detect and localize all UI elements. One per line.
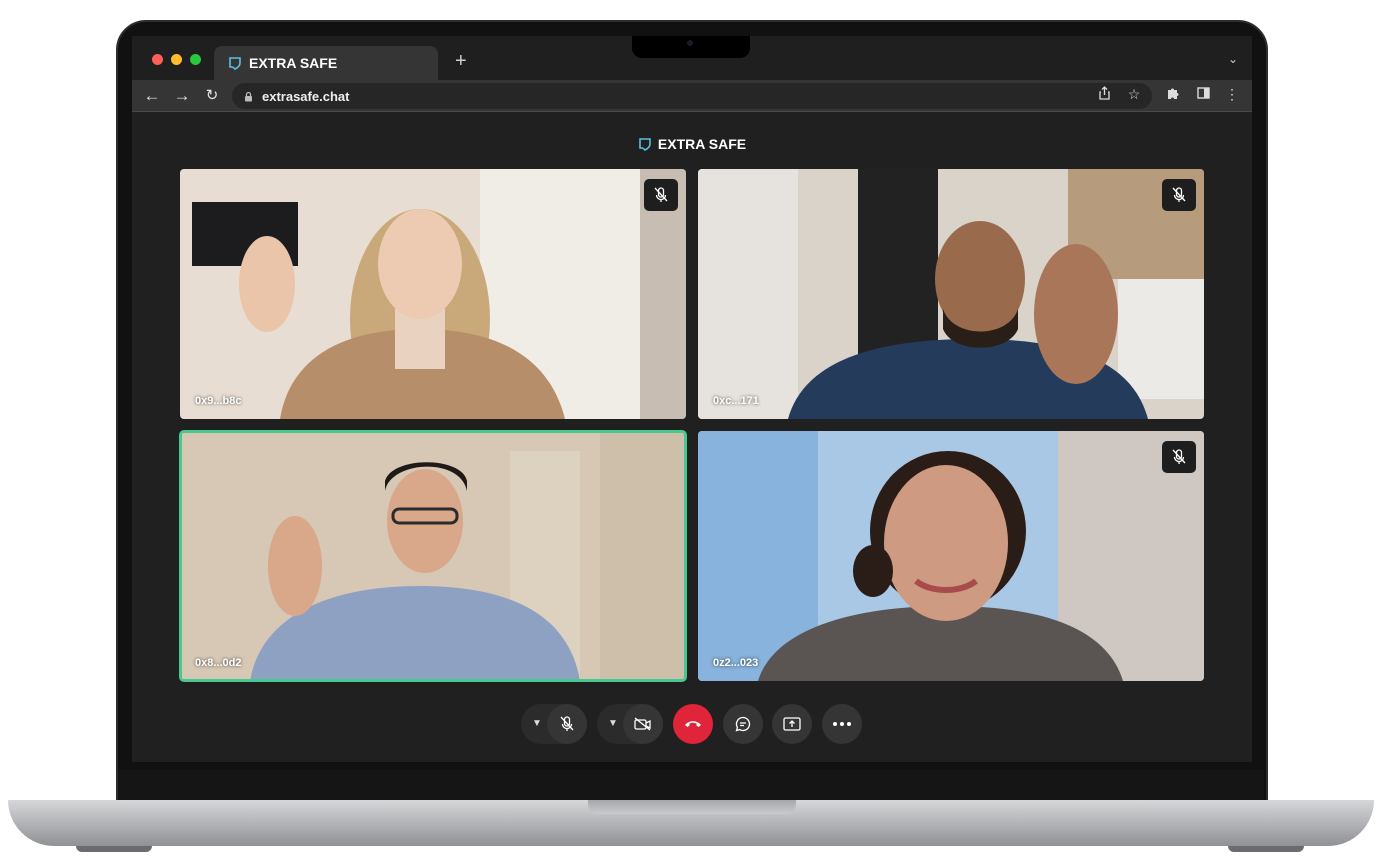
mic-off-icon: [560, 716, 574, 731]
mic-off-icon: [1172, 187, 1186, 202]
participant-name: 0xc...171: [713, 395, 759, 407]
extra-safe-logo-icon: [229, 57, 241, 70]
participant-tile[interactable]: 0x9...b8c: [180, 169, 686, 419]
side-panel-icon[interactable]: [1193, 86, 1213, 102]
phone-hangup-icon: [685, 721, 701, 727]
microphone-toggle-button[interactable]: [547, 704, 587, 744]
participant-name: 0x8...0d2: [195, 657, 242, 669]
back-arrow-icon[interactable]: ←: [142, 86, 162, 106]
hang-up-button[interactable]: [673, 704, 713, 744]
bookmark-star-icon[interactable]: ☆: [1124, 86, 1144, 103]
laptop-foot: [1228, 846, 1304, 852]
window-controls: [152, 54, 201, 65]
extensions-puzzle-icon[interactable]: [1163, 86, 1183, 103]
participant-video: [180, 431, 686, 681]
participant-name: 0z2...023: [713, 657, 759, 669]
participant-video: [698, 431, 1204, 681]
extra-safe-logo-icon: [639, 138, 651, 151]
laptop-chin: [118, 770, 1264, 802]
mic-off-icon: [1172, 449, 1186, 464]
participant-tile-active-speaker[interactable]: 0x8...0d2: [179, 430, 687, 682]
share-icon[interactable]: [1094, 86, 1114, 103]
new-tab-button[interactable]: +: [455, 50, 467, 73]
tab-title: EXTRA SAFE: [249, 55, 338, 71]
muted-indicator: [1162, 441, 1196, 473]
camera-options-chevron-icon[interactable]: ▼: [608, 718, 618, 729]
call-controls: ▼ ▼: [132, 704, 1252, 744]
lock-icon: [245, 91, 252, 101]
chat-button[interactable]: [723, 704, 763, 744]
url-text: extrasafe.chat: [262, 88, 350, 104]
camera-toggle-button[interactable]: [623, 704, 663, 744]
laptop-frame: EXTRA SAFE + ⌄ ← → ↻ extrasafe.chat ☆ ⋮ …: [0, 0, 1380, 858]
participant-tile[interactable]: 0z2...023: [698, 431, 1204, 681]
forward-arrow-icon[interactable]: →: [172, 86, 192, 106]
participant-video: [180, 169, 686, 419]
webcam: [687, 40, 693, 46]
muted-indicator: [1162, 179, 1196, 211]
laptop-foot: [76, 846, 152, 852]
tab-search-chevron-icon[interactable]: ⌄: [1228, 52, 1238, 66]
mic-options-chevron-icon[interactable]: ▼: [532, 718, 542, 729]
participant-video: [698, 169, 1204, 419]
close-window-button[interactable]: [152, 54, 163, 65]
camera-off-icon: [634, 717, 651, 731]
app-header: EXTRA SAFE: [132, 136, 1252, 152]
screen: EXTRA SAFE + ⌄ ← → ↻ extrasafe.chat ☆ ⋮ …: [132, 36, 1252, 762]
laptop-opening-lip: [588, 800, 796, 814]
camera-notch: [632, 36, 750, 58]
reload-icon[interactable]: ↻: [202, 86, 222, 104]
muted-indicator: [644, 179, 678, 211]
chat-bubble-icon: [735, 716, 751, 732]
more-options-button[interactable]: [822, 704, 862, 744]
share-screen-icon: [783, 716, 801, 731]
participant-name: 0x9...b8c: [195, 395, 242, 407]
browser-menu-icon[interactable]: ⋮: [1222, 86, 1242, 103]
zoom-window-button[interactable]: [190, 54, 201, 65]
browser-tab[interactable]: EXTRA SAFE: [214, 46, 438, 80]
browser-toolbar: ← → ↻ extrasafe.chat ☆ ⋮: [132, 80, 1252, 112]
mic-off-icon: [654, 187, 668, 202]
minimize-window-button[interactable]: [171, 54, 182, 65]
app-brand-name: EXTRA SAFE: [657, 136, 747, 152]
address-bar[interactable]: extrasafe.chat: [232, 83, 1152, 109]
more-dots-icon: [833, 722, 851, 726]
share-screen-button[interactable]: [772, 704, 812, 744]
participant-tile[interactable]: 0xc...171: [698, 169, 1204, 419]
